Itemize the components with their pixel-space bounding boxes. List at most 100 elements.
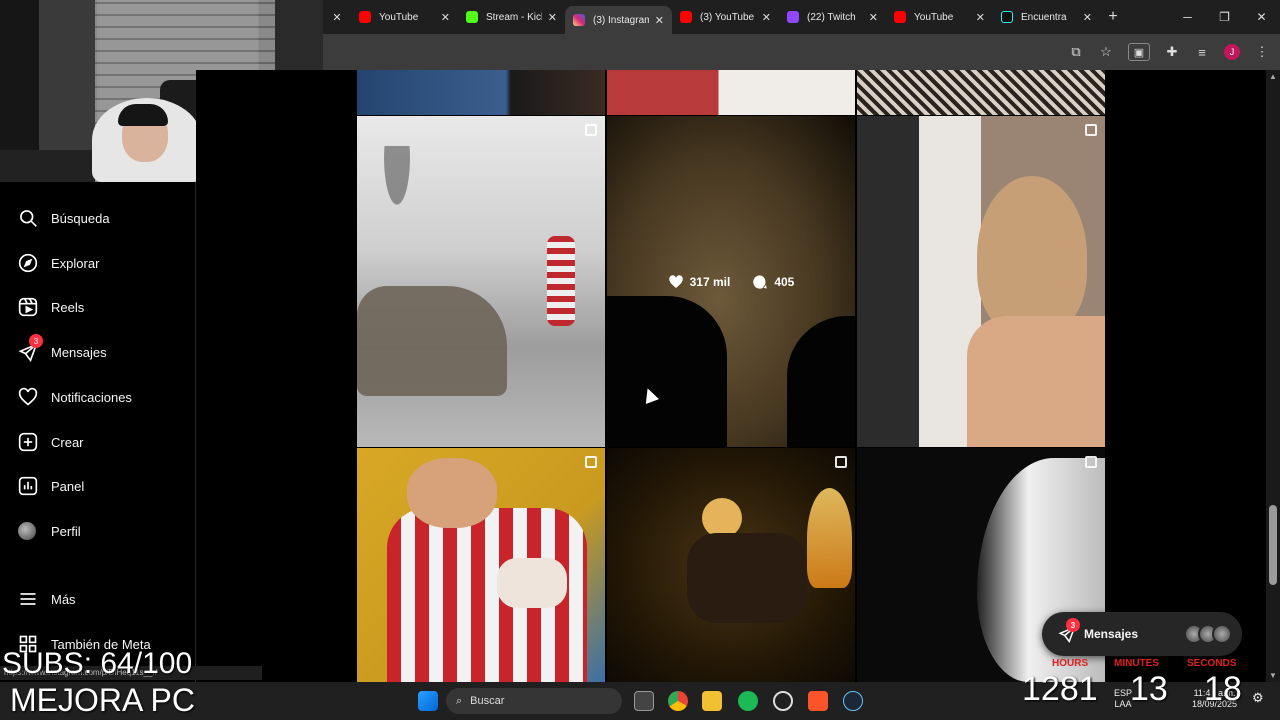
likes-count: 317 mil [689,274,731,289]
search-icon [20,210,37,227]
tab-youtube-1[interactable]: YouTube ✕ [351,3,458,31]
tab-close-icon[interactable]: ✕ [976,11,985,24]
minutes-value: 13 [1130,670,1168,708]
tab-close-icon[interactable]: ✕ [548,11,557,24]
plus-square-icon [18,432,38,452]
tab-tiktok[interactable]: Encuentra ✕ [993,3,1100,31]
comments-count: 405 [774,274,795,289]
sidebar-item-notifications[interactable]: Notificaciones [18,385,132,409]
carousel-icon [1085,124,1097,136]
sidebar-item-create[interactable]: Crear [18,430,84,454]
profile-avatar[interactable]: J [1224,44,1240,60]
fire-shape [807,488,852,588]
post-thumbnail[interactable] [607,70,855,115]
sidebar-item-messages[interactable]: 3 Mensajes [18,334,107,364]
tab-close-icon[interactable]: ✕ [869,11,878,24]
taskbar-search-input[interactable]: ⌕ Buscar [446,688,622,714]
face-shape [407,458,497,528]
windows-start-icon[interactable] [418,691,438,711]
profile-posts-grid: 317 mil 405 [196,70,1266,682]
maximize-icon[interactable]: ❐ [1206,10,1243,24]
avatar [18,522,36,540]
carousel-icon [835,456,847,468]
sidebar-item-profile[interactable]: Perfil [18,519,81,543]
post-thumbnail[interactable] [357,448,605,682]
compass-icon [18,253,38,273]
woman-figure-shape [547,236,575,326]
tab-close-icon[interactable]: ✕ [762,11,771,24]
sidebar-item-more[interactable]: Más [18,587,76,611]
sidebar-item-label: Crear [51,434,84,450]
page-scrollbar[interactable]: ▲ ▼ [1266,70,1280,682]
tab-close-icon[interactable]: ✕ [441,11,450,24]
avatar [1212,624,1232,644]
webcam-cap [118,104,168,126]
seconds-label: SECONDS [1187,658,1237,669]
sidebar-item-reels[interactable]: Reels [18,295,84,319]
tiktok-icon [1001,11,1013,23]
tab-close-icon[interactable]: ✕ [1083,11,1092,24]
search-placeholder: Buscar [470,695,505,707]
sidebar-item-label: Reels [51,299,85,315]
new-tab-button[interactable]: + [1100,8,1126,26]
youtube-icon [359,11,371,23]
palm-tree-shape [367,146,427,266]
app-icon[interactable] [773,691,793,711]
post-thumbnail[interactable] [357,116,605,447]
body-shape [687,533,807,623]
hours-value: 1281 [1022,670,1098,708]
comment-bubble-icon [753,274,767,289]
bookmark-star-icon[interactable]: ☆ [1098,44,1114,60]
tab-label: YouTube [914,11,954,23]
tab-close-icon[interactable]: ✕ [655,14,664,27]
tab-instagram[interactable]: (3) Instagram ✕ [565,6,672,34]
post-thumbnail[interactable] [357,70,605,115]
tab-close-icon[interactable]: ✕ [323,11,351,24]
steam-icon[interactable] [843,691,863,711]
messages-floating-button[interactable]: 3 Mensajes [1042,612,1242,656]
carousel-icon [1085,456,1097,468]
kebab-menu-icon[interactable]: ⋮ [1254,44,1270,60]
scrollbar-thumb[interactable] [1269,505,1277,585]
post-thumbnail-hovered[interactable]: 317 mil 405 [607,116,855,447]
media-queue-icon[interactable]: ≡ [1194,44,1210,60]
tab-label: Encuentra [1021,11,1067,23]
youtube-icon [894,11,906,23]
extensions-puzzle-icon[interactable]: ✚ [1164,44,1180,60]
brave-icon[interactable] [808,691,828,711]
webcam-floor [0,150,95,182]
sidebar-item-search[interactable]: Búsqueda [18,206,110,230]
picture-in-picture-icon[interactable]: ▣ [1128,43,1150,61]
face-shape [977,176,1087,336]
sidebar-item-label: Explorar [51,255,100,271]
post-thumbnail[interactable] [857,116,1105,447]
scroll-up-icon[interactable]: ▲ [1269,72,1277,81]
minimize-icon[interactable]: ─ [1169,10,1206,24]
heart-icon [668,274,683,288]
youtube-icon [680,11,692,23]
post-thumbnail[interactable] [857,70,1105,115]
tab-youtube-2[interactable]: (3) YouTube ✕ [672,3,779,31]
instagram-sidebar: Búsqueda Explorar Reels 3 Mensajes Notif… [0,182,196,682]
sidebar-item-label: Mensajes [51,344,107,360]
post-thumbnail[interactable] [607,448,855,682]
reels-icon [18,297,38,317]
window-controls: ─ ❐ ✕ [1169,10,1280,24]
file-explorer-icon[interactable] [702,691,722,711]
sidebar-item-label: Perfil [51,523,81,539]
tab-twitch[interactable]: (22) Twitch ✕ [779,3,886,31]
sidebar-item-explore[interactable]: Explorar [18,251,99,275]
close-window-icon[interactable]: ✕ [1243,10,1280,24]
subs-goal-overlay: SUBS: 64/100 [2,647,193,680]
comments-stat: 405 [752,274,794,290]
install-app-icon[interactable]: ⧉ [1068,44,1084,60]
tab-kick[interactable]: Stream - Kick ✕ [458,3,565,31]
sidebar-item-dashboard[interactable]: Panel [18,474,84,498]
spotify-icon[interactable] [738,691,758,711]
heart-icon [18,387,38,406]
chrome-icon[interactable] [668,691,688,711]
task-view-icon[interactable] [634,691,654,711]
twitch-icon [787,11,799,23]
tab-youtube-3[interactable]: YouTube ✕ [886,3,993,31]
browser-toolbar: ⧉ ☆ ▣ ✚ ≡ J ⋮ [323,34,1280,70]
